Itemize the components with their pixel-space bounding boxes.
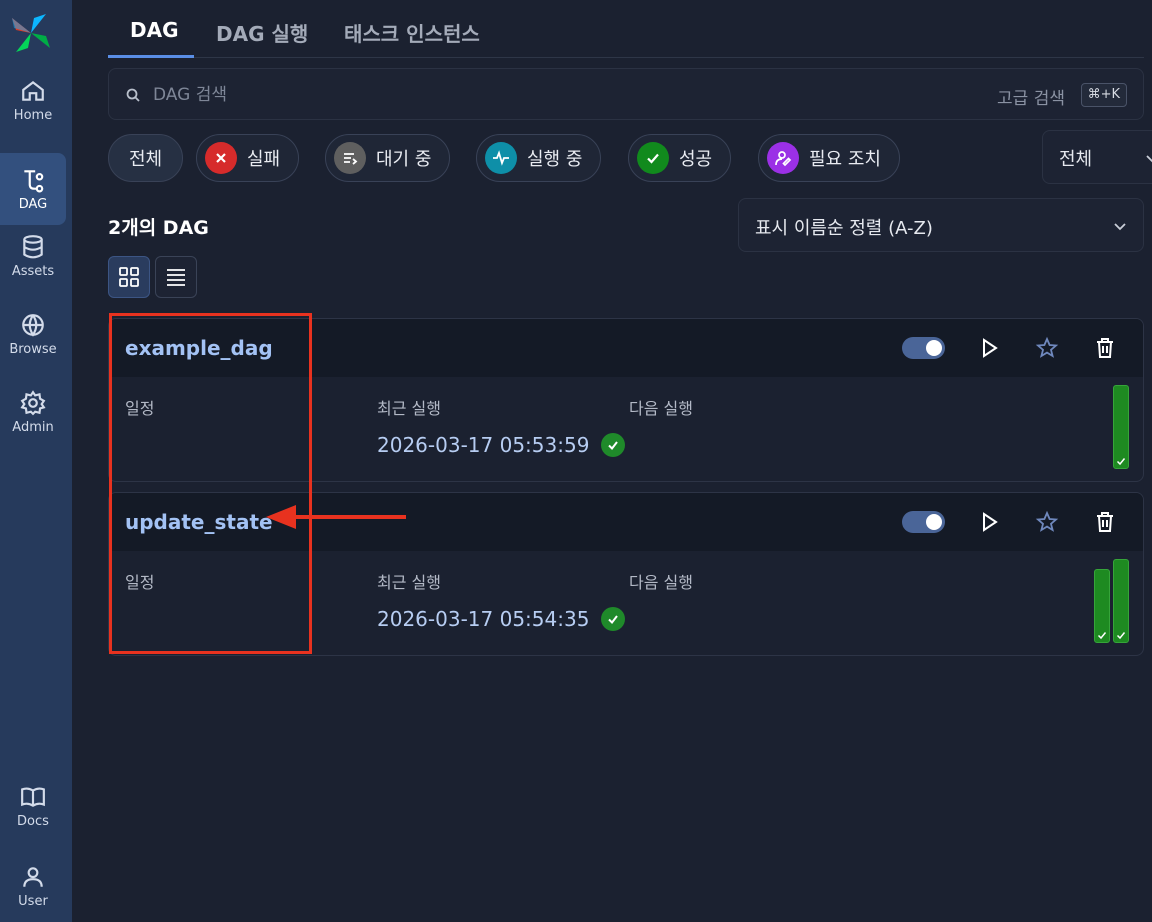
last-run-label: 최근 실행 — [377, 399, 441, 418]
table-view-button[interactable] — [155, 256, 197, 298]
sidebar: Home DAG Assets Browse Admin Docs User — [0, 0, 72, 922]
filter-chip-label: 대기 중 — [376, 149, 432, 170]
sidebar-item-label: Assets — [11, 263, 55, 279]
filter-chip-all[interactable]: 전체 — [108, 134, 184, 182]
success-check-icon — [1116, 458, 1126, 466]
advanced-search-link[interactable]: 고급 검색 — [997, 84, 1065, 109]
running-icon — [485, 142, 517, 174]
success-check-icon — [601, 433, 626, 457]
dag-icon — [24, 169, 44, 192]
sidebar-item-assets[interactable]: Assets — [0, 220, 66, 292]
last-run-date: 2026-03-17 05:53:59 — [377, 433, 590, 457]
sidebar-item-home[interactable]: Home — [0, 64, 66, 136]
card-view-button[interactable] — [108, 256, 150, 298]
annotation-arrow-icon — [266, 505, 406, 529]
delete-trash-icon[interactable] — [1093, 510, 1117, 534]
search-bar: 고급 검색 ⌘+K — [108, 68, 1144, 120]
sidebar-item-dag[interactable]: DAG — [0, 153, 66, 225]
next-run-label: 다음 실행 — [629, 573, 693, 592]
gear-icon — [20, 389, 46, 415]
sidebar-item-label: User — [18, 893, 48, 909]
active-tab-indicator — [108, 55, 194, 58]
globe-icon — [22, 313, 44, 337]
user-icon — [23, 866, 43, 887]
success-check-icon — [1116, 632, 1126, 640]
database-icon — [23, 234, 43, 258]
status-filter-select[interactable]: 전체 — [1042, 130, 1152, 184]
chevron-down-icon — [1146, 155, 1152, 163]
dag-run-bar[interactable] — [1113, 385, 1129, 469]
dag-pause-toggle[interactable] — [902, 511, 945, 533]
favorite-star-icon[interactable] — [1035, 336, 1059, 360]
search-input[interactable] — [153, 81, 753, 109]
dag-pause-toggle[interactable] — [902, 337, 945, 359]
sidebar-item-admin[interactable]: Admin — [0, 376, 66, 448]
sidebar-item-browse[interactable]: Browse — [0, 298, 66, 370]
sidebar-item-label: Docs — [17, 813, 49, 829]
search-shortcut-badge: ⌘+K — [1080, 83, 1127, 107]
main-tabs: DAG DAG 실행 태스크 인스턴스 — [108, 0, 1144, 58]
success-icon — [637, 142, 669, 174]
dag-count: 2개의 DAG — [108, 217, 209, 239]
dag-run-bar[interactable] — [1094, 569, 1110, 643]
dag-run-bar[interactable] — [1113, 559, 1129, 643]
grid-icon — [119, 267, 139, 287]
filter-chip-queued[interactable]: 대기 중 — [325, 134, 451, 182]
success-check-icon — [1097, 632, 1107, 640]
tab-dag[interactable]: DAG — [130, 18, 179, 42]
filter-chip-success[interactable]: 성공 — [628, 134, 732, 182]
queued-icon — [334, 142, 366, 174]
sort-select[interactable]: 표시 이름순 정렬 (A-Z) — [738, 198, 1144, 252]
sidebar-item-docs[interactable]: Docs — [0, 770, 66, 842]
sidebar-item-label: Home — [13, 107, 53, 123]
last-run-date: 2026-03-17 05:54:35 — [377, 607, 590, 631]
next-run-label: 다음 실행 — [629, 399, 693, 418]
trigger-play-icon[interactable] — [977, 336, 1001, 360]
home-icon — [22, 80, 44, 101]
last-run-value[interactable]: 2026-03-17 05:54:35 — [377, 607, 626, 631]
filter-select-value: 전체 — [1059, 149, 1093, 170]
filter-chip-label: 성공 — [679, 149, 713, 170]
failed-icon — [205, 142, 237, 174]
filter-chip-label: 실행 중 — [527, 149, 583, 170]
favorite-star-icon[interactable] — [1035, 510, 1059, 534]
success-check-icon — [601, 607, 626, 631]
filter-chip-failed[interactable]: 실패 — [196, 134, 300, 182]
tab-dag-runs[interactable]: DAG 실행 — [216, 18, 308, 47]
filter-chip-label: 실패 — [247, 149, 281, 170]
search-icon — [126, 88, 140, 102]
delete-trash-icon[interactable] — [1093, 336, 1117, 360]
list-icon — [167, 269, 185, 286]
filter-chip-label: 전체 — [129, 149, 163, 170]
airflow-logo-icon[interactable] — [8, 10, 54, 56]
highlight-box — [109, 313, 312, 654]
chevron-down-icon — [1114, 223, 1126, 231]
last-run-value[interactable]: 2026-03-17 05:53:59 — [377, 433, 626, 457]
sidebar-item-user[interactable]: User — [0, 850, 66, 922]
sort-select-value: 표시 이름순 정렬 (A-Z) — [755, 218, 933, 239]
sidebar-item-label: DAG — [18, 196, 48, 212]
sidebar-item-label: Admin — [12, 419, 54, 435]
filter-chip-needs-action[interactable]: 필요 조치 — [758, 134, 900, 182]
book-icon — [21, 786, 45, 807]
user-action-icon — [767, 142, 799, 174]
sidebar-item-label: Browse — [9, 341, 57, 357]
tab-task-instances[interactable]: 태스크 인스턴스 — [344, 18, 480, 47]
trigger-play-icon[interactable] — [977, 510, 1001, 534]
filter-chip-label: 필요 조치 — [809, 149, 881, 170]
filter-chip-running[interactable]: 실행 중 — [476, 134, 602, 182]
last-run-label: 최근 실행 — [377, 573, 441, 592]
